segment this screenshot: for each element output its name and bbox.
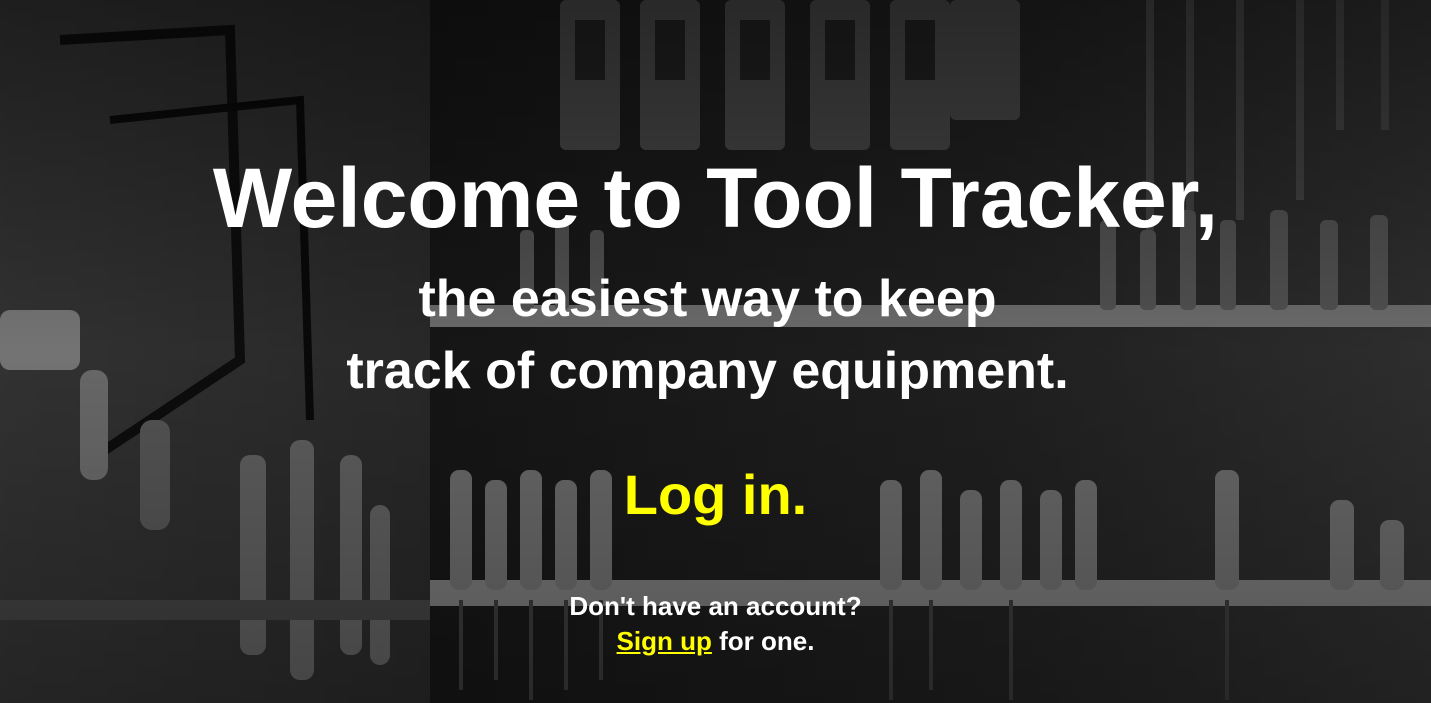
subtitle-line-2: track of company equipment. [346,342,1069,400]
signup-link[interactable]: Sign up [617,626,712,656]
login-link[interactable]: Log in. [624,463,808,526]
signup-line: Sign up for one. [0,624,1431,658]
login-link-container: Log in. [0,462,1431,528]
page-title: Welcome to Tool Tracker, [212,151,1219,245]
signup-suffix-text: for one. [711,626,815,656]
subtitle-line-1: the easiest way to keep [418,270,997,328]
hero-content: Welcome to Tool Tracker, the easiest way… [0,0,1431,703]
no-account-text: Don't have an account? [569,591,862,621]
hero-section: Welcome to Tool Tracker, the easiest way… [0,0,1431,703]
